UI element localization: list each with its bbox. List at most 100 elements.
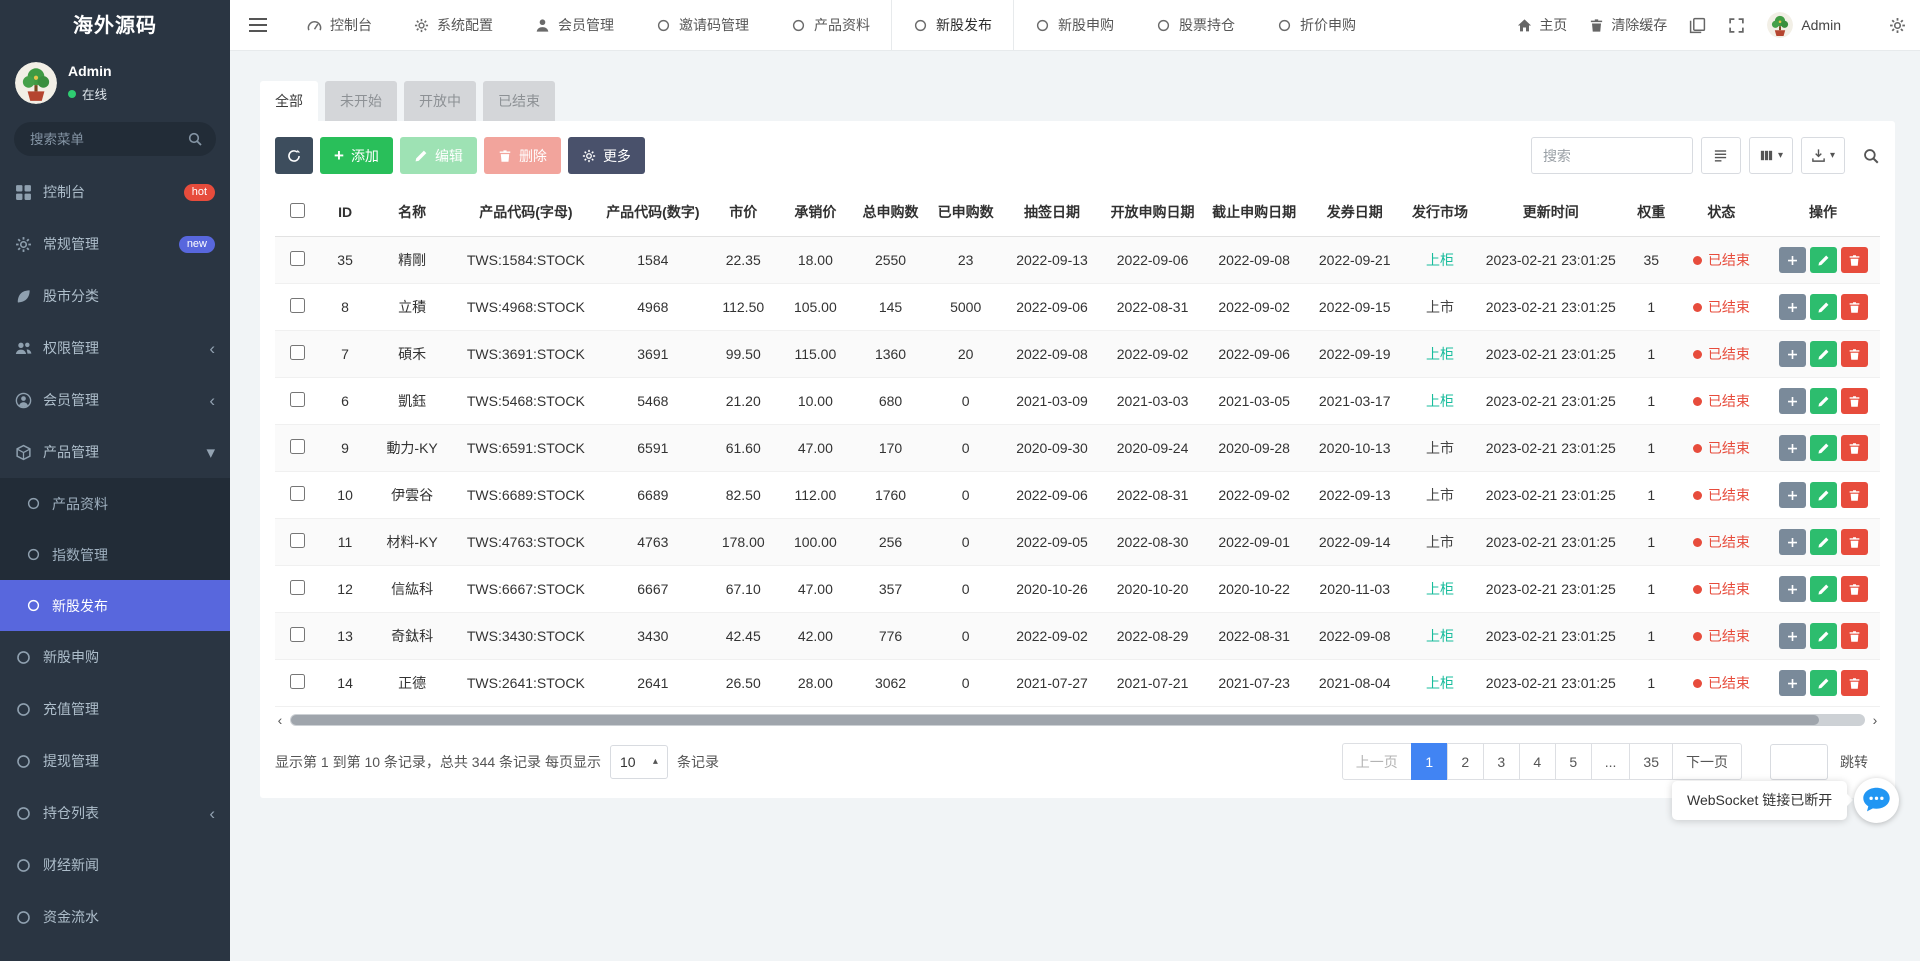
market-link[interactable]: 上市 <box>1426 534 1454 550</box>
user-menu[interactable]: Admin <box>1767 12 1841 38</box>
detail-view-button[interactable] <box>1701 137 1741 174</box>
page-button[interactable]: 4 <box>1519 743 1556 780</box>
expand-row-button[interactable] <box>1779 670 1806 696</box>
nav-tab[interactable]: 新股申购 <box>1014 0 1135 50</box>
column-header[interactable]: ID <box>320 188 371 237</box>
market-link[interactable]: 上市 <box>1426 299 1454 315</box>
row-checkbox[interactable] <box>290 674 305 689</box>
delete-row-button[interactable] <box>1841 529 1868 555</box>
add-button[interactable]: +添加 <box>320 137 393 174</box>
column-header[interactable]: 状态 <box>1677 188 1766 237</box>
page-button[interactable]: 1 <box>1411 743 1448 780</box>
sidebar-item[interactable]: 充值管理 <box>0 683 230 735</box>
nav-tab[interactable]: 控制台 <box>286 0 393 50</box>
export-button[interactable]: ▾ <box>1801 137 1845 174</box>
page-button[interactable]: 下一页 <box>1672 743 1742 780</box>
delete-row-button[interactable] <box>1841 623 1868 649</box>
delete-row-button[interactable] <box>1841 294 1868 320</box>
horizontal-scrollbar[interactable]: ‹ › <box>275 713 1880 727</box>
market-link[interactable]: 上市 <box>1426 440 1454 456</box>
row-checkbox[interactable] <box>290 345 305 360</box>
sidebar-item[interactable]: 资金流水 <box>0 891 230 943</box>
sidebar-item[interactable]: 控制台hot <box>0 166 230 218</box>
jump-page-input[interactable] <box>1770 744 1828 780</box>
sidebar-item[interactable]: 财经新闻 <box>0 839 230 891</box>
column-header[interactable]: 产品代码(字母) <box>454 188 598 237</box>
column-header[interactable]: 承销价 <box>779 188 852 237</box>
column-header[interactable]: 开放申购日期 <box>1102 188 1204 237</box>
delete-row-button[interactable] <box>1841 341 1868 367</box>
home-link[interactable]: 主页 <box>1517 15 1567 35</box>
nav-tab[interactable]: 折价申购 <box>1256 0 1377 50</box>
row-checkbox[interactable] <box>290 439 305 454</box>
market-link[interactable]: 上柜 <box>1426 675 1454 691</box>
clear-cache-link[interactable]: 清除缓存 <box>1589 15 1667 35</box>
sidebar-item[interactable]: 产品管理▾ <box>0 426 230 478</box>
scroll-right-icon[interactable]: › <box>1870 713 1880 727</box>
table-search-input[interactable] <box>1531 137 1693 174</box>
delete-button[interactable]: 删除 <box>484 137 561 174</box>
columns-button[interactable]: ▾ <box>1749 137 1793 174</box>
menu-toggle-button[interactable] <box>230 0 286 50</box>
delete-row-button[interactable] <box>1841 247 1868 273</box>
market-link[interactable]: 上柜 <box>1426 252 1454 268</box>
filter-tab[interactable]: 开放中 <box>404 81 476 121</box>
column-header[interactable]: 权重 <box>1626 188 1677 237</box>
sidebar-item[interactable]: 持仓列表‹ <box>0 787 230 839</box>
delete-row-button[interactable] <box>1841 388 1868 414</box>
fullscreen-icon[interactable] <box>1728 17 1745 34</box>
market-link[interactable]: 上柜 <box>1426 393 1454 409</box>
edit-row-button[interactable] <box>1810 294 1837 320</box>
delete-row-button[interactable] <box>1841 576 1868 602</box>
column-header[interactable]: 已申购数 <box>929 188 1002 237</box>
row-checkbox[interactable] <box>290 392 305 407</box>
refresh-button[interactable] <box>275 137 313 174</box>
filter-tab[interactable]: 未开始 <box>325 81 397 121</box>
market-link[interactable]: 上市 <box>1426 487 1454 503</box>
edit-row-button[interactable] <box>1810 623 1837 649</box>
expand-row-button[interactable] <box>1779 623 1806 649</box>
menu-search-input[interactable] <box>14 122 216 156</box>
column-header[interactable]: 更新时间 <box>1476 188 1626 237</box>
page-button[interactable]: 2 <box>1447 743 1484 780</box>
page-button[interactable]: 5 <box>1555 743 1592 780</box>
expand-row-button[interactable] <box>1779 341 1806 367</box>
expand-row-button[interactable] <box>1779 435 1806 461</box>
scrollbar-track[interactable] <box>290 714 1865 726</box>
expand-row-button[interactable] <box>1779 482 1806 508</box>
edit-row-button[interactable] <box>1810 482 1837 508</box>
expand-row-button[interactable] <box>1779 247 1806 273</box>
edit-row-button[interactable] <box>1810 670 1837 696</box>
edit-row-button[interactable] <box>1810 341 1837 367</box>
sidebar-item[interactable]: 权限管理‹ <box>0 322 230 374</box>
page-button[interactable]: ... <box>1591 743 1631 780</box>
sidebar-item[interactable]: 会员管理‹ <box>0 374 230 426</box>
nav-tab[interactable]: 邀请码管理 <box>635 0 770 50</box>
sidebar-item[interactable]: 常规管理new <box>0 218 230 270</box>
delete-row-button[interactable] <box>1841 435 1868 461</box>
nav-tab[interactable]: 新股发布 <box>891 0 1014 50</box>
edit-row-button[interactable] <box>1810 576 1837 602</box>
nav-tab[interactable]: 系统配置 <box>393 0 514 50</box>
more-button[interactable]: 更多 <box>568 137 645 174</box>
settings-gear-icon[interactable] <box>1889 17 1906 34</box>
row-checkbox[interactable] <box>290 298 305 313</box>
edit-row-button[interactable] <box>1810 247 1837 273</box>
market-link[interactable]: 上柜 <box>1426 628 1454 644</box>
chat-widget[interactable] <box>1854 778 1899 823</box>
expand-row-button[interactable] <box>1779 294 1806 320</box>
nav-tab[interactable]: 股票持仓 <box>1135 0 1256 50</box>
delete-row-button[interactable] <box>1841 482 1868 508</box>
edit-row-button[interactable] <box>1810 388 1837 414</box>
scrollbar-thumb[interactable] <box>291 715 1819 725</box>
docs-icon[interactable] <box>1689 17 1706 34</box>
filter-tab[interactable]: 已结束 <box>483 81 555 121</box>
column-header[interactable]: 抽签日期 <box>1002 188 1102 237</box>
select-all-checkbox[interactable] <box>290 203 305 218</box>
expand-row-button[interactable] <box>1779 529 1806 555</box>
row-checkbox[interactable] <box>290 251 305 266</box>
page-button[interactable]: 3 <box>1483 743 1520 780</box>
edit-row-button[interactable] <box>1810 435 1837 461</box>
nav-tab[interactable]: 会员管理 <box>514 0 635 50</box>
sidebar-item[interactable]: 新股申购 <box>0 631 230 683</box>
